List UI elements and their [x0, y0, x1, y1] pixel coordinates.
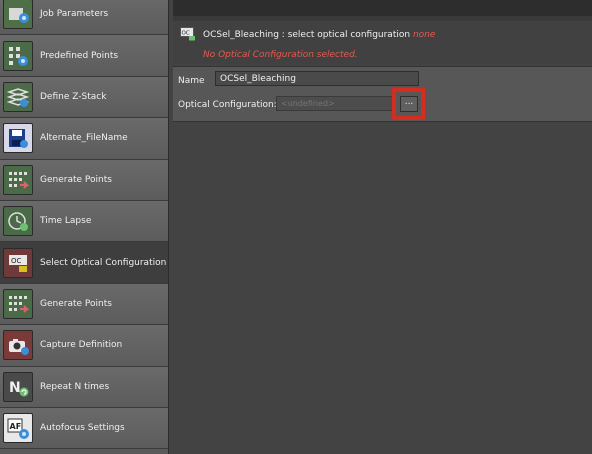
sidebar-item-label: Generate Points [40, 174, 112, 185]
name-field[interactable] [215, 71, 419, 86]
sidebar-item-predefined-points[interactable]: Predefined Points [0, 35, 168, 77]
sidebar-item-label: Repeat N times [40, 381, 110, 392]
sidebar-item-generate-points-2[interactable]: Generate Points [0, 283, 168, 326]
step-description: select optical configuration [287, 30, 411, 40]
step-name: OCSel_Bleaching [203, 30, 279, 40]
browse-optical-configuration-button[interactable]: ... [400, 96, 418, 112]
capture-definition-icon [3, 330, 33, 361]
job-parameters-icon [3, 0, 33, 30]
sidebar-item-time-lapse[interactable]: Time Lapse [0, 200, 168, 243]
repeat-icon: N [3, 371, 33, 402]
sidebar-item-label: Define Z-Stack [40, 91, 107, 102]
sidebar-item-label: Alternate_FileName [40, 133, 128, 144]
optical-configuration-icon: OC [180, 26, 196, 41]
sidebar-item-label: Generate Points [40, 298, 112, 309]
svg-text:AF: AF [10, 422, 22, 431]
alternate-filename-icon [3, 123, 33, 154]
z-stack-icon [3, 81, 33, 112]
sidebar-item-label: Autofocus Settings [40, 423, 125, 434]
generate-points-icon [3, 164, 33, 195]
sidebar-item-capture-definition[interactable]: Capture Definition [0, 325, 168, 367]
step-value: none [412, 30, 436, 40]
optical-configuration-label: Optical Configuration: [178, 100, 277, 110]
time-lapse-icon [3, 206, 33, 237]
sidebar-item-label: Select Optical Configuration [40, 257, 167, 268]
generate-points-icon [3, 288, 33, 319]
sidebar-item-job-parameters[interactable]: Job Parameters [0, 0, 168, 36]
step-title: OCSel_Bleaching : select optical configu… [203, 30, 435, 40]
sidebar-item-label: Job Parameters [40, 9, 109, 20]
job-steps-sidebar: Job Parameters Predefined Points Define … [0, 0, 169, 454]
sidebar-item-repeat-n-times[interactable]: N Repeat N times [0, 366, 168, 408]
header-divider [173, 16, 592, 21]
svg-text:OC: OC [11, 257, 22, 265]
top-header-bar [173, 0, 592, 16]
optical-configuration-field[interactable] [276, 96, 396, 111]
svg-text:N: N [9, 380, 21, 396]
title-separator: : [278, 30, 288, 40]
autofocus-icon: AF [3, 413, 33, 444]
step-settings-form: Name Optical Configuration: ... [173, 66, 592, 122]
sidebar-item-label: Time Lapse [40, 216, 92, 227]
optical-configuration-icon: OC [3, 247, 33, 278]
sidebar-item-alternate-filename[interactable]: Alternate_FileName [0, 118, 168, 160]
sidebar-item-label: Predefined Points [40, 50, 119, 61]
sidebar-item-define-z-stack[interactable]: Define Z-Stack [0, 76, 168, 119]
svg-text:OC: OC [182, 31, 190, 37]
sidebar-item-autofocus-settings[interactable]: AF Autofocus Settings [0, 407, 168, 450]
name-label: Name [178, 76, 205, 86]
validation-error: No Optical Configuration selected. [203, 50, 358, 60]
predefined-points-icon [3, 40, 33, 71]
sidebar-item-select-optical-configuration[interactable]: OC Select Optical Configuration [0, 242, 168, 284]
sidebar-item-generate-points[interactable]: Generate Points [0, 159, 168, 201]
step-header-panel: OC OCSel_Bleaching : select optical conf… [173, 22, 592, 64]
sidebar-item-label: Capture Definition [40, 340, 123, 351]
